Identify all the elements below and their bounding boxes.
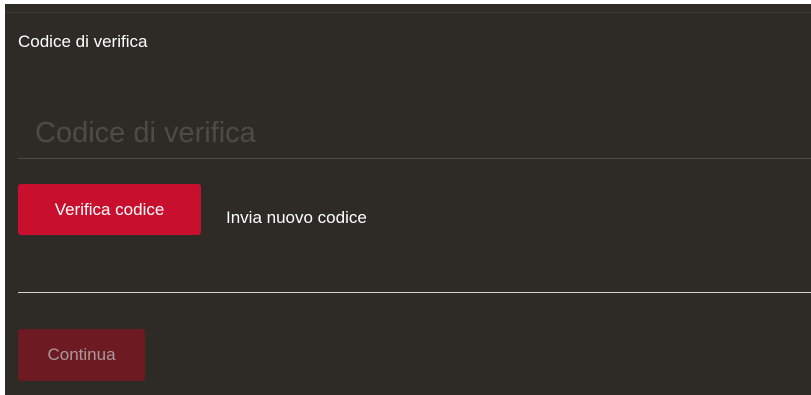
top-divider <box>5 12 811 13</box>
section-divider <box>18 292 811 293</box>
verification-panel: Codice di verifica Verifica codice Invia… <box>5 4 811 395</box>
continue-button[interactable]: Continua <box>18 329 145 381</box>
verification-code-label: Codice di verifica <box>18 32 148 51</box>
resend-code-link[interactable]: Invia nuovo codice <box>226 208 367 228</box>
verify-code-button[interactable]: Verifica codice <box>18 184 201 235</box>
verification-code-input[interactable] <box>18 109 811 159</box>
